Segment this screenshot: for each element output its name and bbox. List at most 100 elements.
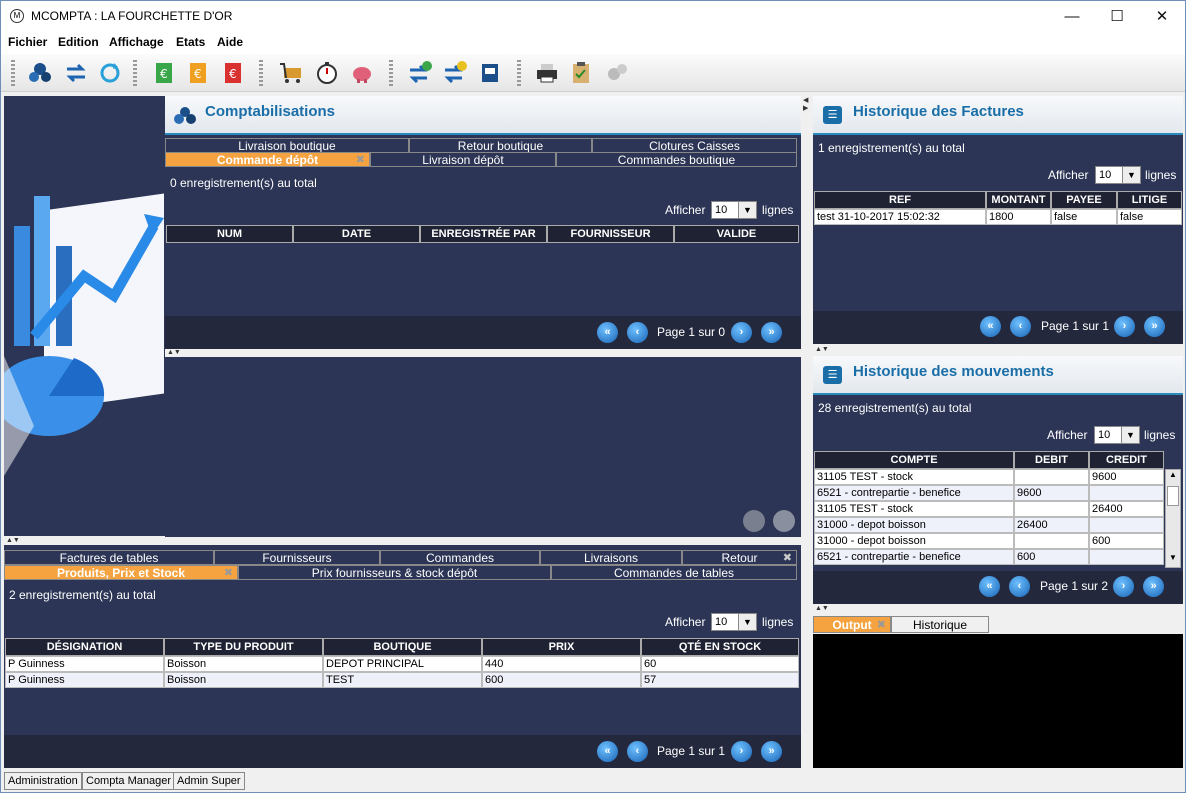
tab-produits-prix-stock[interactable]: Produits, Prix et Stock ✖	[4, 565, 238, 580]
close-tab-icon[interactable]: ✖	[356, 153, 365, 167]
transfer-validate-icon[interactable]	[442, 60, 468, 86]
last-page-button[interactable]: »	[1144, 316, 1165, 337]
clipboard-icon[interactable]	[568, 60, 594, 86]
piggy-bank-icon[interactable]	[349, 60, 375, 86]
prev-page-button[interactable]: ‹	[1009, 576, 1030, 597]
settings-gears-icon[interactable]	[604, 60, 630, 86]
tab-livraison-depot[interactable]: Livraison dépôt	[370, 152, 556, 167]
next-page-button[interactable]: ›	[1113, 576, 1134, 597]
orange-invoice-icon[interactable]: €	[185, 60, 211, 86]
column-header-ref[interactable]: REF	[814, 191, 986, 209]
cart-icon[interactable]	[279, 60, 305, 86]
column-header-litige[interactable]: LITIGE	[1117, 191, 1182, 209]
column-header-valide[interactable]: VALIDE	[674, 225, 799, 243]
close-button[interactable]: ✕	[1139, 1, 1185, 32]
close-tab-icon[interactable]: ✖	[877, 617, 886, 633]
toolbar-grip[interactable]	[259, 60, 263, 86]
tab-retour-boutique[interactable]: Retour boutique	[409, 138, 592, 153]
tab-commandes-de-tables[interactable]: Commandes de tables	[551, 565, 797, 580]
tab-retour[interactable]: Retour ✖	[682, 550, 797, 565]
toolbar-grip[interactable]	[11, 60, 15, 86]
scrollbar-thumb[interactable]	[1167, 486, 1179, 506]
prev-page-button[interactable]: ‹	[1010, 316, 1031, 337]
menu-etats[interactable]: Etats	[176, 35, 205, 49]
menu-aide[interactable]: Aide	[217, 35, 243, 49]
tab-output[interactable]: Output ✖	[813, 616, 891, 633]
next-page-button[interactable]: ›	[731, 741, 752, 762]
tab-commandes-boutique[interactable]: Commandes boutique	[556, 152, 797, 167]
vertical-scrollbar[interactable]: ▲ ▼	[1165, 469, 1181, 568]
scroll-up-icon[interactable]: ▲	[1166, 470, 1180, 484]
toolbar-grip[interactable]	[133, 60, 137, 86]
tab-compta-manager[interactable]: Compta Manager	[82, 772, 175, 790]
tab-administration[interactable]: Administration	[4, 772, 82, 790]
page-size-select[interactable]: 10 ▼	[711, 613, 757, 631]
next-page-button[interactable]: ›	[731, 322, 752, 343]
horizontal-splitter[interactable]: ▲▼	[813, 344, 1183, 356]
red-invoice-icon[interactable]: €	[220, 60, 246, 86]
tab-factures-de-tables[interactable]: Factures de tables	[4, 550, 214, 565]
column-header-type-produit[interactable]: TYPE DU PRODUIT	[164, 638, 323, 656]
first-page-button[interactable]: «	[597, 741, 618, 762]
first-page-button[interactable]: «	[597, 322, 618, 343]
column-header-compte[interactable]: COMPTE	[814, 451, 1014, 469]
last-page-button[interactable]: »	[1143, 576, 1164, 597]
column-header-fournisseur[interactable]: FOURNISSEUR	[547, 225, 674, 243]
column-header-designation[interactable]: DÉSIGNATION	[5, 638, 164, 656]
first-page-button[interactable]: «	[980, 316, 1001, 337]
column-header-num[interactable]: NUM	[166, 225, 293, 243]
close-tab-icon[interactable]: ✖	[224, 566, 233, 580]
disabled-circle-button[interactable]	[743, 510, 765, 532]
accounting-icon[interactable]	[27, 60, 53, 86]
tab-admin-super[interactable]: Admin Super	[173, 772, 245, 790]
vertical-splitter[interactable]: ◀ ▶	[801, 96, 813, 768]
page-size-select[interactable]: 10 ▼	[1094, 426, 1140, 444]
tab-clotures-caisses[interactable]: Clotures Caisses	[592, 138, 797, 153]
transfer-add-icon[interactable]	[407, 60, 433, 86]
tab-commandes[interactable]: Commandes	[380, 550, 540, 565]
tab-historique[interactable]: Historique	[891, 616, 989, 633]
menu-edition[interactable]: Edition	[58, 35, 99, 49]
column-header-enregistree-par[interactable]: ENREGISTRÉE PAR	[420, 225, 547, 243]
last-page-button[interactable]: »	[761, 741, 782, 762]
column-header-qte-stock[interactable]: QTÉ EN STOCK	[641, 638, 799, 656]
page-size-select[interactable]: 10 ▼	[711, 201, 757, 219]
maximize-button[interactable]: ☐	[1094, 1, 1140, 32]
refresh-icon[interactable]	[97, 60, 123, 86]
thumbs-up-icon[interactable]	[773, 510, 795, 532]
tab-commande-depot[interactable]: Commande dépôt ✖	[165, 152, 370, 167]
next-page-button[interactable]: ›	[1114, 316, 1135, 337]
column-header-boutique[interactable]: BOUTIQUE	[323, 638, 482, 656]
column-header-payee[interactable]: PAYEE	[1051, 191, 1117, 209]
first-page-button[interactable]: «	[979, 576, 1000, 597]
stopwatch-icon[interactable]	[314, 60, 340, 86]
printer-icon[interactable]	[534, 60, 560, 86]
tab-livraisons[interactable]: Livraisons	[540, 550, 682, 565]
horizontal-splitter[interactable]: ▲▼	[813, 604, 1183, 614]
toolbar-grip[interactable]	[389, 60, 393, 86]
menu-fichier[interactable]: Fichier	[8, 35, 47, 49]
scroll-down-icon[interactable]: ▼	[1166, 553, 1180, 567]
column-header-credit[interactable]: CREDIT	[1089, 451, 1164, 469]
transfer-icon[interactable]	[63, 60, 89, 86]
toolbar-grip[interactable]	[517, 60, 521, 86]
output-console[interactable]	[813, 634, 1183, 768]
column-header-date[interactable]: DATE	[293, 225, 420, 243]
menu-affichage[interactable]: Affichage	[109, 35, 164, 49]
prev-page-button[interactable]: ‹	[627, 322, 648, 343]
horizontal-splitter[interactable]: ▲▼	[4, 537, 801, 545]
column-header-montant[interactable]: MONTANT	[986, 191, 1051, 209]
minimize-button[interactable]: —	[1049, 1, 1095, 32]
close-tab-icon[interactable]: ✖	[783, 551, 792, 565]
payment-icon[interactable]	[477, 60, 503, 86]
column-header-prix[interactable]: PRIX	[482, 638, 641, 656]
tab-livraison-boutique[interactable]: Livraison boutique	[165, 138, 409, 153]
tab-fournisseurs[interactable]: Fournisseurs	[214, 550, 380, 565]
tab-prix-fournisseurs-stock-depot[interactable]: Prix fournisseurs & stock dépôt	[238, 565, 551, 580]
horizontal-splitter[interactable]: ▲▼	[165, 349, 801, 357]
column-header-debit[interactable]: DEBIT	[1014, 451, 1089, 469]
page-size-select[interactable]: 10 ▼	[1095, 166, 1141, 184]
last-page-button[interactable]: »	[761, 322, 782, 343]
prev-page-button[interactable]: ‹	[627, 741, 648, 762]
green-invoice-icon[interactable]: €	[151, 60, 177, 86]
